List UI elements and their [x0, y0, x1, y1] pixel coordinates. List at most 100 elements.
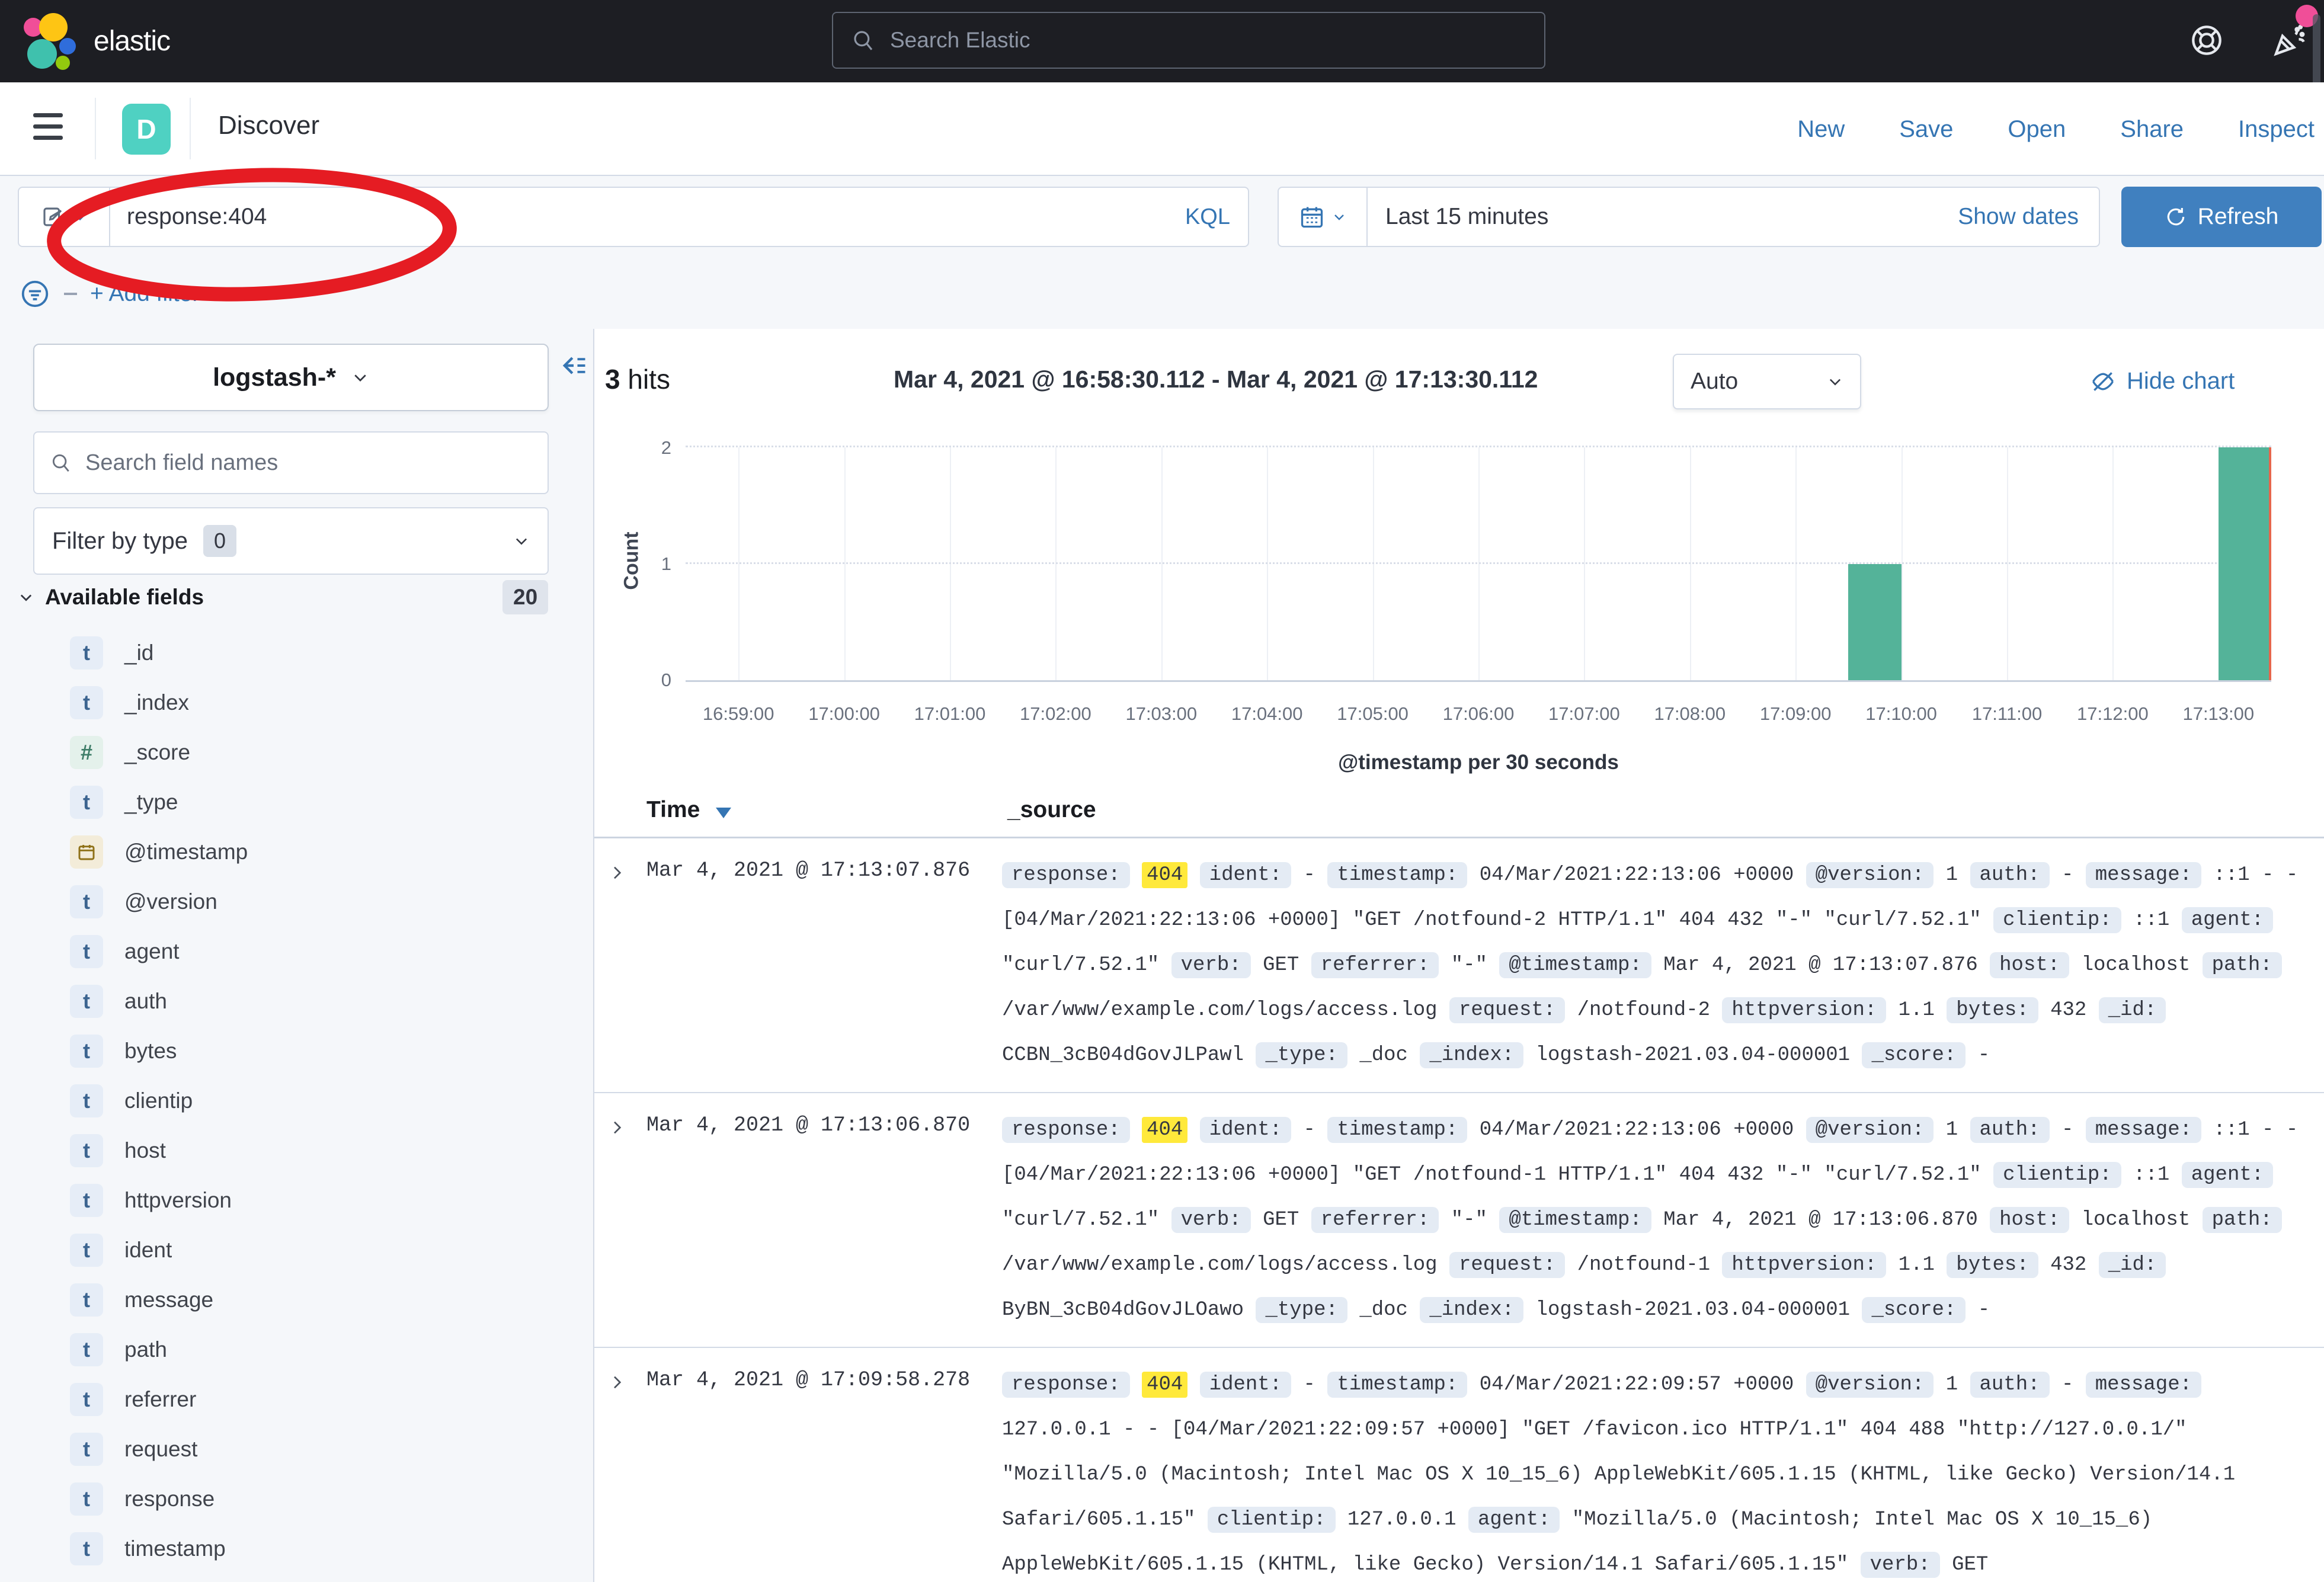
query-language-button[interactable]: KQL	[1185, 204, 1230, 230]
query-input[interactable]: response:404 KQL	[18, 187, 1249, 247]
help-icon[interactable]	[2188, 21, 2226, 59]
filter-icon[interactable]	[19, 278, 51, 310]
field-search-input[interactable]: Search field names	[33, 431, 549, 494]
share-button[interactable]: Share	[2120, 116, 2184, 143]
x-tick-label: 17:05:00	[1337, 703, 1409, 725]
show-dates-button[interactable]: Show dates	[1958, 204, 2079, 230]
source-field-name: ident:	[1200, 1372, 1291, 1398]
refresh-button[interactable]: Refresh	[2121, 187, 2322, 247]
filter-by-type-select[interactable]: Filter by type 0	[33, 507, 549, 575]
field-item-host[interactable]: thost	[0, 1126, 594, 1176]
eye-slash-icon	[2090, 369, 2116, 395]
field-name: host	[124, 1138, 166, 1163]
open-button[interactable]: Open	[2008, 116, 2066, 143]
menu-icon[interactable]	[33, 113, 63, 147]
field-item-_type[interactable]: t_type	[0, 777, 594, 827]
time-range-end-marker	[2269, 447, 2271, 680]
field-item-@version[interactable]: t@version	[0, 877, 594, 927]
interval-select[interactable]: Auto	[1673, 354, 1861, 409]
source-field-name: agent:	[2182, 1162, 2273, 1188]
filter-bar: + Add filter	[19, 278, 200, 310]
collapse-sidebar-icon[interactable]	[558, 350, 589, 381]
inspect-button[interactable]: Inspect	[2238, 116, 2315, 143]
expand-doc-icon[interactable]	[594, 1107, 646, 1333]
x-tick-label: 17:11:00	[1972, 703, 2042, 725]
x-tick-label: 17:13:00	[2182, 703, 2254, 725]
source-value: -	[2061, 1373, 2073, 1396]
x-tick-label: 17:01:00	[914, 703, 986, 725]
source-field-name: referrer:	[1311, 1207, 1439, 1233]
gridline-dashed	[686, 446, 2271, 447]
source-field-name: httpversion:	[1722, 997, 1886, 1023]
field-item-response[interactable]: tresponse	[0, 1474, 594, 1524]
save-button[interactable]: Save	[1899, 116, 1953, 143]
saved-query-menu-button[interactable]	[19, 188, 110, 246]
query-text[interactable]: response:404	[127, 204, 267, 230]
source-value: GET	[1263, 954, 1299, 976]
global-search-input[interactable]: Search Elastic	[832, 12, 1545, 69]
source-field-name: agent:	[2182, 907, 2273, 933]
field-item-_score[interactable]: #_score	[0, 728, 594, 777]
histogram-bar-17:13:00[interactable]	[2219, 447, 2271, 680]
field-name: @version	[124, 889, 217, 914]
source-value: -	[1978, 1299, 1990, 1321]
source-field-name: verb:	[1171, 1207, 1251, 1233]
field-item-bytes[interactable]: tbytes	[0, 1026, 594, 1076]
source-value: 127.0.0.1	[1347, 1509, 1456, 1531]
x-axis-title: @timestamp per 30 seconds	[686, 751, 2271, 774]
hide-chart-button[interactable]: Hide chart	[2090, 368, 2235, 395]
doc-row-time: Mar 4, 2021 @ 17:13:06.870	[646, 1107, 1002, 1333]
source-field-name: _score:	[1862, 1297, 1966, 1323]
source-value: 04/Mar/2021:22:09:57 +0000	[1480, 1373, 1794, 1396]
source-field-name: @timestamp:	[1499, 952, 1651, 978]
field-item-timestamp[interactable]: ttimestamp	[0, 1524, 594, 1574]
new-button[interactable]: New	[1797, 116, 1845, 143]
field-item-message[interactable]: tmessage	[0, 1275, 594, 1325]
time-range-value[interactable]: Last 15 minutes	[1385, 204, 1548, 230]
source-value: "-"	[1451, 954, 1487, 976]
source-field-name: auth:	[1970, 862, 2050, 888]
discover-app-badge[interactable]: D	[122, 104, 171, 155]
field-item-agent[interactable]: tagent	[0, 927, 594, 976]
x-axis-labels: 16:59:0017:00:0017:01:0017:02:0017:03:00…	[686, 703, 2271, 727]
source-field-name: timestamp:	[1327, 1117, 1467, 1143]
source-field-name: _index:	[1420, 1042, 1523, 1068]
date-quick-menu-button[interactable]	[1279, 188, 1368, 246]
x-tick-label: 17:10:00	[1865, 703, 1937, 725]
time-column-header[interactable]: Time	[646, 797, 700, 823]
x-tick-label: 17:06:00	[1443, 703, 1515, 725]
news-icon[interactable]	[2269, 21, 2309, 60]
field-item-_id[interactable]: t_id	[0, 628, 594, 678]
field-type-date-icon	[70, 835, 103, 869]
available-fields-accordion[interactable]: Available fields	[18, 585, 204, 610]
field-item-@timestamp[interactable]: @timestamp	[0, 827, 594, 877]
field-item-request[interactable]: trequest	[0, 1424, 594, 1474]
elastic-logo[interactable]: elastic	[21, 13, 170, 69]
expand-doc-icon[interactable]	[594, 1362, 646, 1582]
source-value: Mar 4, 2021 @ 17:13:07.876	[1663, 954, 1978, 976]
kibana-discover-page: elastic Search Elastic D Discover New Sa…	[0, 0, 2324, 1582]
field-item-ident[interactable]: tident	[0, 1225, 594, 1275]
field-item-_index[interactable]: t_index	[0, 678, 594, 728]
field-item-httpversion[interactable]: thttpversion	[0, 1176, 594, 1225]
sort-desc-icon[interactable]	[716, 808, 731, 818]
field-item-clientip[interactable]: tclientip	[0, 1076, 594, 1126]
x-tick-label: 17:00:00	[808, 703, 880, 725]
x-tick-label: 17:02:00	[1020, 703, 1091, 725]
source-field-name: timestamp:	[1327, 1372, 1467, 1398]
logo-text: elastic	[94, 25, 170, 57]
field-item-referrer[interactable]: treferrer	[0, 1375, 594, 1424]
field-item-path[interactable]: tpath	[0, 1325, 594, 1375]
date-picker[interactable]: Last 15 minutes Show dates	[1278, 187, 2100, 247]
source-field-name: host:	[1990, 952, 2069, 978]
add-filter-button[interactable]: + Add filter	[90, 281, 200, 307]
source-value: 1.1	[1899, 1254, 1935, 1276]
histogram-bar-17:09:30[interactable]	[1848, 564, 1901, 681]
field-type-string-icon: t	[70, 786, 103, 819]
index-pattern-select[interactable]: logstash-*	[33, 344, 549, 411]
field-item-auth[interactable]: tauth	[0, 976, 594, 1026]
expand-doc-icon[interactable]	[594, 853, 646, 1078]
source-value: -	[2061, 864, 2073, 886]
field-name: _id	[124, 641, 153, 665]
source-field-name: response:	[1002, 1372, 1130, 1398]
